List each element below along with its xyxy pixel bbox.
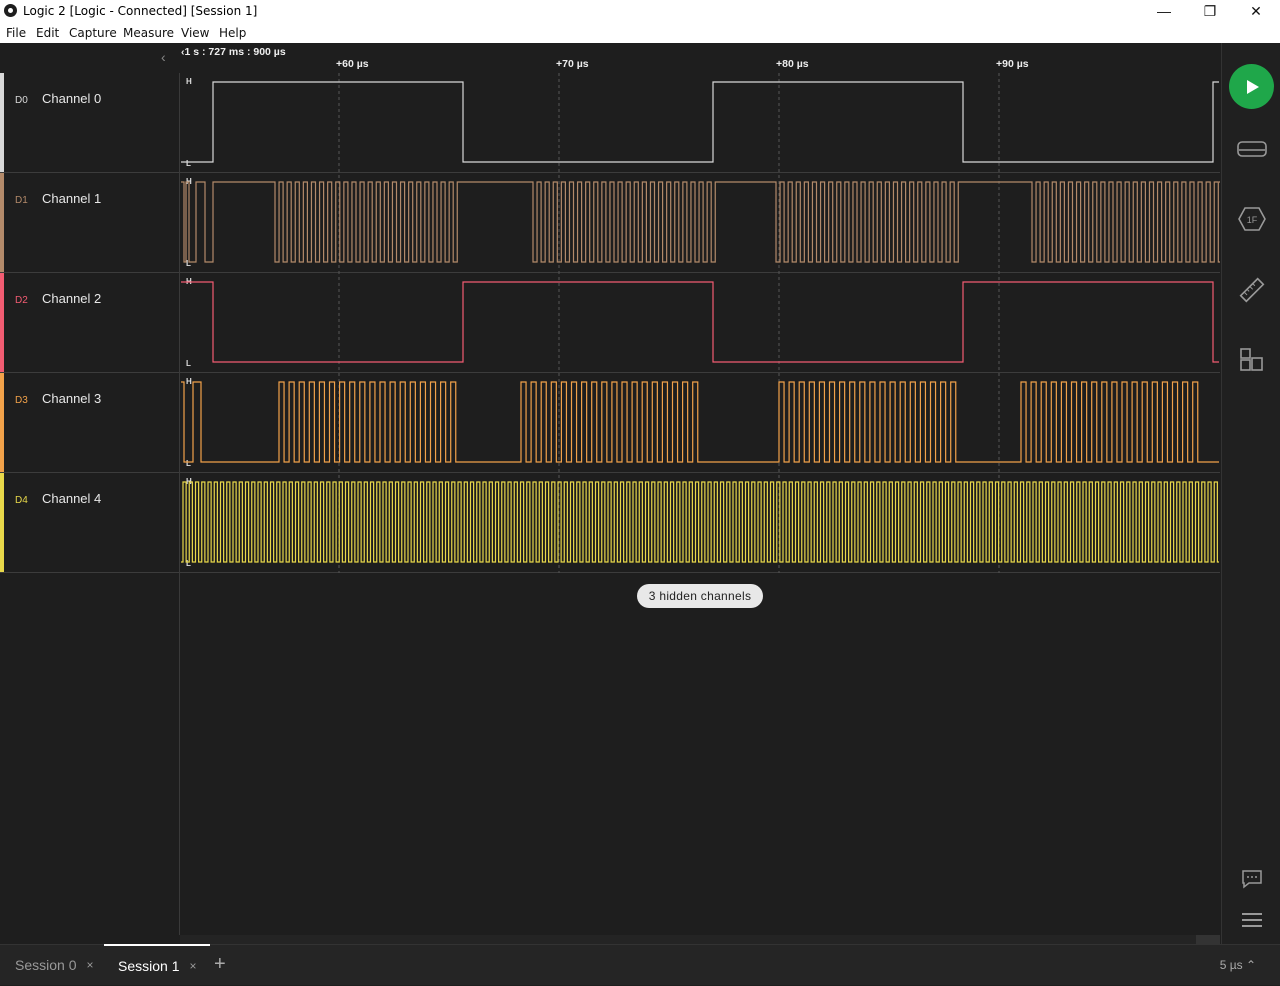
extensions-button[interactable] xyxy=(1237,345,1267,375)
menu-icon xyxy=(1242,913,1262,927)
measure-icon xyxy=(1239,277,1265,303)
device-settings-button[interactable] xyxy=(1237,134,1267,164)
close-tab-icon[interactable]: × xyxy=(86,958,93,972)
waveform-view[interactable] xyxy=(0,0,1220,935)
annotations-button[interactable] xyxy=(1237,864,1267,894)
scrollbar-thumb[interactable] xyxy=(1196,935,1220,944)
start-capture-button[interactable] xyxy=(1229,64,1274,109)
tab-session-0[interactable]: Session 0 × xyxy=(15,945,94,985)
channel-1-waveform xyxy=(181,181,1220,263)
add-tab-button[interactable]: + xyxy=(214,953,226,976)
zoom-level-indicator[interactable]: 5 µs ⌃ xyxy=(1220,958,1256,972)
close-tab-icon[interactable]: × xyxy=(189,959,196,973)
comment-icon xyxy=(1242,870,1262,889)
main-menu-button[interactable] xyxy=(1237,905,1267,935)
analyzers-button[interactable]: 1F xyxy=(1237,204,1267,234)
channel-2-waveform xyxy=(181,281,1219,363)
channel-3-waveform xyxy=(181,381,1219,463)
tab-label: Session 1 xyxy=(118,958,180,974)
channel-0-waveform xyxy=(181,81,1219,163)
right-toolbar: 1F xyxy=(1221,43,1280,944)
tab-session-1[interactable]: Session 1 × xyxy=(104,944,210,986)
play-icon xyxy=(1246,79,1259,94)
session-tab-bar: Session 0 × Session 1 × + 5 µs ⌃ xyxy=(0,944,1280,985)
measurements-button[interactable] xyxy=(1237,275,1267,305)
device-icon xyxy=(1237,141,1267,157)
tab-label: Session 0 xyxy=(15,957,77,973)
hidden-channels-button[interactable]: 3 hidden channels xyxy=(637,584,763,608)
analyzer-icon: 1F xyxy=(1238,207,1266,231)
extensions-icon xyxy=(1240,348,1263,371)
svg-text:1F: 1F xyxy=(1247,215,1258,225)
channel-4-waveform xyxy=(181,481,1219,563)
horizontal-scrollbar[interactable] xyxy=(180,935,1220,944)
close-window-button[interactable]: ✕ xyxy=(1233,0,1279,22)
